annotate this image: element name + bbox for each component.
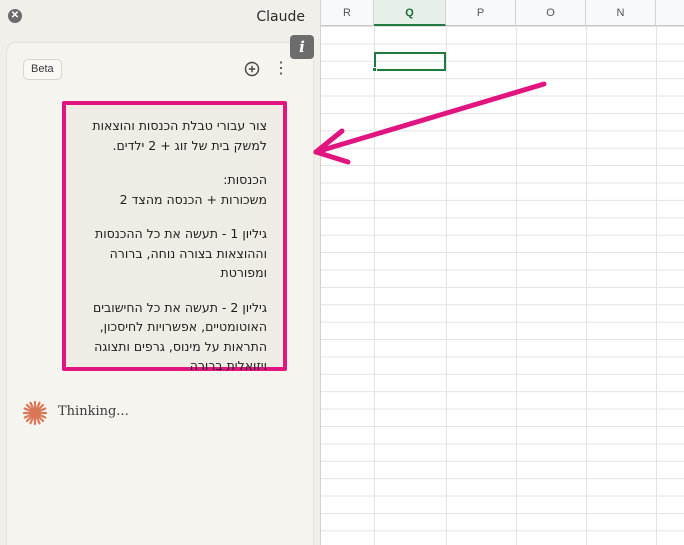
thinking-indicator: Thinking... bbox=[22, 400, 222, 426]
message-paragraph: גיליון 2 - תעשה את כל החישובים האוטומטיי… bbox=[92, 299, 267, 374]
panel-title: Claude bbox=[256, 9, 305, 25]
message-paragraph: הכנסות: משכורות + הכנסה מהצד 2 bbox=[119, 172, 267, 207]
column-header-p[interactable]: P bbox=[446, 0, 516, 26]
active-cell-q3[interactable] bbox=[374, 52, 446, 71]
claude-spark-icon bbox=[22, 400, 48, 426]
info-icon[interactable]: i bbox=[290, 35, 314, 59]
column-header-row: R Q P O N bbox=[321, 0, 684, 26]
column-header-n[interactable]: N bbox=[586, 0, 656, 26]
grid-line bbox=[656, 26, 657, 545]
message-paragraph: גיליון 1 - תעשה את כל ההכנסות וההוצאות ב… bbox=[94, 226, 267, 280]
spreadsheet[interactable]: R Q P O N bbox=[321, 0, 684, 545]
grid-line bbox=[446, 26, 447, 545]
new-chat-icon[interactable] bbox=[243, 60, 261, 78]
cell-grid[interactable] bbox=[321, 26, 684, 545]
column-header-partial[interactable] bbox=[656, 0, 684, 26]
column-header-o[interactable]: O bbox=[516, 0, 586, 26]
user-message: צור עבורי טבלת הכנסות והוצאות למשק בית ש… bbox=[62, 101, 287, 373]
panel-header: ✕ Claude bbox=[0, 0, 321, 34]
close-icon[interactable]: ✕ bbox=[8, 9, 22, 23]
claude-panel: ✕ Claude Beta ⋮ i צור עבורי טבלת הכנסות … bbox=[0, 0, 321, 545]
thinking-text: Thinking... bbox=[58, 404, 129, 419]
message-paragraph: צור עבורי טבלת הכנסות והוצאות למשק בית ש… bbox=[92, 118, 267, 153]
grid-line bbox=[586, 26, 587, 545]
fill-handle[interactable] bbox=[372, 67, 377, 72]
column-header-q[interactable]: Q bbox=[374, 0, 446, 26]
column-header-r[interactable]: R bbox=[321, 0, 374, 26]
beta-badge: Beta bbox=[23, 59, 62, 80]
grid-line bbox=[516, 26, 517, 545]
more-vertical-icon[interactable]: ⋮ bbox=[273, 59, 289, 79]
grid-line bbox=[374, 26, 375, 545]
